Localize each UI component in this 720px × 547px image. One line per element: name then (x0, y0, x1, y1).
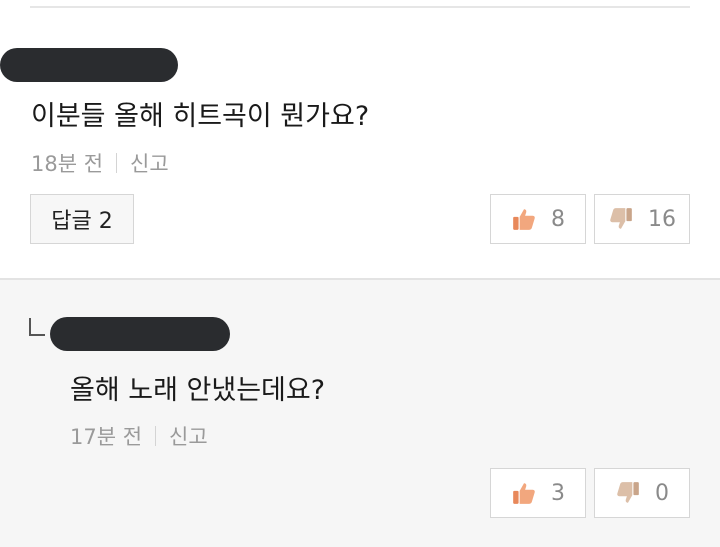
thumbs-up-icon (511, 206, 537, 232)
thumbs-up-icon (511, 480, 537, 506)
comment-timestamp: 18분 전 (31, 152, 104, 176)
report-link[interactable]: 신고 (169, 421, 208, 451)
thumbs-down-icon (608, 206, 634, 232)
dislike-button[interactable]: 0 (594, 468, 690, 518)
like-count: 3 (551, 480, 565, 506)
like-count: 8 (551, 206, 565, 232)
reply-text: 올해 노래 안냈는데요? (70, 375, 326, 406)
comment: 이분들 올해 히트곡이 뭔가요? 18분 전 신고 답글 2 8 16 (0, 8, 720, 278)
thumbs-down-icon (615, 480, 641, 506)
meta-separator (155, 426, 157, 446)
dislike-count: 0 (655, 480, 669, 506)
report-link[interactable]: 신고 (130, 148, 169, 178)
reply-arrow-icon (29, 318, 45, 336)
reply-timestamp: 17분 전 (70, 425, 143, 449)
dislike-button[interactable]: 16 (594, 194, 690, 244)
reply-comment: 올해 노래 안냈는데요? 17분 전 신고 3 0 (0, 278, 720, 547)
redacted-username (0, 48, 178, 82)
like-button[interactable]: 8 (490, 194, 586, 244)
comment-text: 이분들 올해 히트곡이 뭔가요? (31, 101, 370, 132)
dislike-count: 16 (648, 206, 676, 232)
reply-count-button[interactable]: 답글 2 (30, 194, 134, 244)
like-button[interactable]: 3 (490, 468, 586, 518)
comment-meta: 18분 전 신고 (31, 148, 169, 178)
redacted-username (50, 317, 230, 351)
reply-meta: 17분 전 신고 (70, 421, 208, 451)
meta-separator (116, 153, 118, 173)
